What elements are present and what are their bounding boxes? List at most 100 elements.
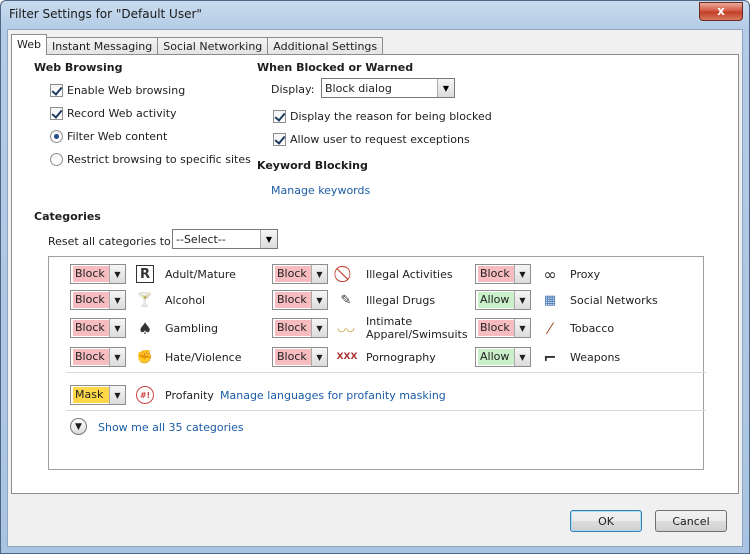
- swimsuit-icon: ◡◡: [337, 322, 355, 334]
- window-title: Filter Settings for "Default User": [9, 7, 202, 21]
- category-action-select[interactable]: Block ▼: [272, 347, 328, 367]
- chevron-down-icon[interactable]: ▼: [70, 418, 87, 435]
- category-action-select[interactable]: Block ▼: [272, 290, 328, 310]
- chevron-down-icon: ▼: [109, 386, 125, 404]
- display-label: Display:: [271, 82, 315, 96]
- category-label: Gambling: [165, 322, 219, 335]
- title-bar: Filter Settings for "Default User" x: [1, 1, 749, 29]
- display-reason-option[interactable]: Display the reason for being blocked: [273, 108, 492, 124]
- tab-social-networking[interactable]: Social Networking: [157, 37, 269, 55]
- chevron-down-icon: ▼: [109, 319, 125, 337]
- restrict-browsing-radio[interactable]: [50, 152, 63, 166]
- display-dropdown-value: Block dialog: [325, 81, 392, 95]
- chevron-down-icon: ▼: [260, 230, 277, 248]
- category-label: Tobacco: [570, 322, 615, 335]
- show-all-categories-link[interactable]: Show me all 35 categories: [98, 421, 244, 434]
- chevron-down-icon: ▼: [311, 348, 327, 366]
- chevron-down-icon: ▼: [514, 319, 530, 337]
- request-exceptions-checkbox[interactable]: [273, 132, 286, 146]
- category-action-select[interactable]: Block ▼: [70, 318, 126, 338]
- enable-web-browsing-checkbox[interactable]: [50, 83, 63, 97]
- fist-icon: ✊: [136, 349, 154, 365]
- category-action-select[interactable]: Block ▼: [70, 290, 126, 310]
- profanity-label: Profanity: [165, 389, 214, 402]
- reset-categories-label: Reset all categories to:: [48, 234, 175, 248]
- display-dropdown[interactable]: Block dialog ▼: [321, 78, 455, 98]
- category-label: Proxy: [570, 268, 601, 281]
- cigarette-icon: ⁄: [548, 318, 552, 338]
- gun-icon: ⌐: [543, 347, 557, 367]
- tab-strip: Web Instant Messaging Social Networking …: [11, 34, 384, 56]
- close-button[interactable]: x: [699, 2, 743, 21]
- drugs-icon: ✎: [340, 292, 352, 308]
- restrict-browsing-option[interactable]: Restrict browsing to specific sites: [50, 151, 251, 167]
- chevron-down-icon: ▼: [109, 348, 125, 366]
- chevron-down-icon: ▼: [514, 348, 530, 366]
- category-action-select[interactable]: Block ▼: [475, 318, 531, 338]
- reset-categories-dropdown[interactable]: --Select-- ▼: [172, 229, 278, 249]
- category-label: Hate/Violence: [165, 351, 242, 364]
- ok-button[interactable]: OK: [570, 510, 642, 532]
- category-action-select[interactable]: Block ▼: [475, 264, 531, 284]
- category-label: Social Networks: [570, 294, 658, 307]
- category-action-select[interactable]: Allow ▼: [475, 290, 531, 310]
- tab-web[interactable]: Web: [11, 34, 47, 55]
- adult-rating-icon: R: [136, 265, 154, 283]
- chevron-down-icon: ▼: [311, 291, 327, 309]
- chevron-down-icon: ▼: [109, 265, 125, 283]
- category-label: Intimate Apparel/Swimsuits: [366, 315, 468, 341]
- dialog-body: Web Instant Messaging Social Networking …: [7, 29, 743, 547]
- chevron-down-icon: ▼: [514, 291, 530, 309]
- record-web-activity-checkbox[interactable]: [50, 106, 63, 120]
- category-action-select[interactable]: Allow ▼: [475, 347, 531, 367]
- filter-web-content-radio[interactable]: [50, 129, 63, 143]
- keyword-blocking-heading: Keyword Blocking: [257, 159, 368, 172]
- category-action-select[interactable]: Block ▼: [272, 318, 328, 338]
- category-label: Illegal Drugs: [366, 294, 436, 307]
- category-action-select[interactable]: Block ▼: [272, 264, 328, 284]
- chevron-down-icon: ▼: [109, 291, 125, 309]
- web-browsing-heading: Web Browsing: [34, 61, 123, 74]
- social-networks-icon: ▦: [543, 292, 557, 308]
- category-label: Weapons: [570, 351, 621, 364]
- xxx-icon: XXX: [336, 352, 358, 362]
- chevron-down-icon: ▼: [437, 79, 454, 97]
- filter-web-content-label: Filter Web content: [67, 129, 168, 143]
- divider: [66, 410, 706, 411]
- divider: [66, 372, 706, 373]
- chevron-down-icon: ▼: [311, 319, 327, 337]
- categories-heading: Categories: [34, 210, 101, 223]
- chevron-down-icon: ▼: [311, 265, 327, 283]
- request-exceptions-label: Allow user to request exceptions: [290, 132, 470, 146]
- reset-categories-value: --Select--: [176, 232, 226, 246]
- dialog-window: Filter Settings for "Default User" x Web…: [0, 0, 750, 554]
- request-exceptions-option[interactable]: Allow user to request exceptions: [273, 131, 470, 147]
- category-action-select[interactable]: Block ▼: [70, 264, 126, 284]
- display-reason-label: Display the reason for being blocked: [290, 109, 492, 123]
- enable-web-browsing-label: Enable Web browsing: [67, 83, 186, 97]
- manage-keywords-link[interactable]: Manage keywords: [271, 182, 370, 198]
- record-web-activity-label: Record Web activity: [67, 106, 177, 120]
- enable-web-browsing-option[interactable]: Enable Web browsing: [50, 82, 185, 98]
- category-action-select[interactable]: Block ▼: [70, 347, 126, 367]
- chevron-down-icon: ▼: [514, 265, 530, 283]
- filter-web-content-option[interactable]: Filter Web content: [50, 128, 167, 144]
- cocktail-glass-icon: 🍸: [136, 292, 154, 308]
- tab-instant-messaging[interactable]: Instant Messaging: [45, 37, 159, 55]
- when-blocked-heading: When Blocked or Warned: [257, 61, 414, 74]
- mask-icon: ∞: [543, 264, 557, 284]
- category-label: Alcohol: [165, 294, 206, 307]
- profanity-action-select[interactable]: Mask ▼: [70, 385, 126, 405]
- profanity-icon: #!: [136, 386, 154, 404]
- cancel-button[interactable]: Cancel: [655, 510, 727, 532]
- category-label: Pornography: [366, 351, 436, 364]
- record-web-activity-option[interactable]: Record Web activity: [50, 105, 177, 121]
- tab-additional-settings[interactable]: Additional Settings: [267, 37, 384, 55]
- spade-icon: ♠: [137, 318, 153, 338]
- category-label: Adult/Mature: [165, 268, 236, 281]
- prohibited-icon: ⃠: [337, 265, 355, 283]
- restrict-browsing-label: Restrict browsing to specific sites: [67, 152, 251, 166]
- display-reason-checkbox[interactable]: [273, 109, 286, 123]
- category-label: Illegal Activities: [366, 268, 453, 281]
- manage-profanity-languages-link[interactable]: Manage languages for profanity masking: [220, 389, 446, 402]
